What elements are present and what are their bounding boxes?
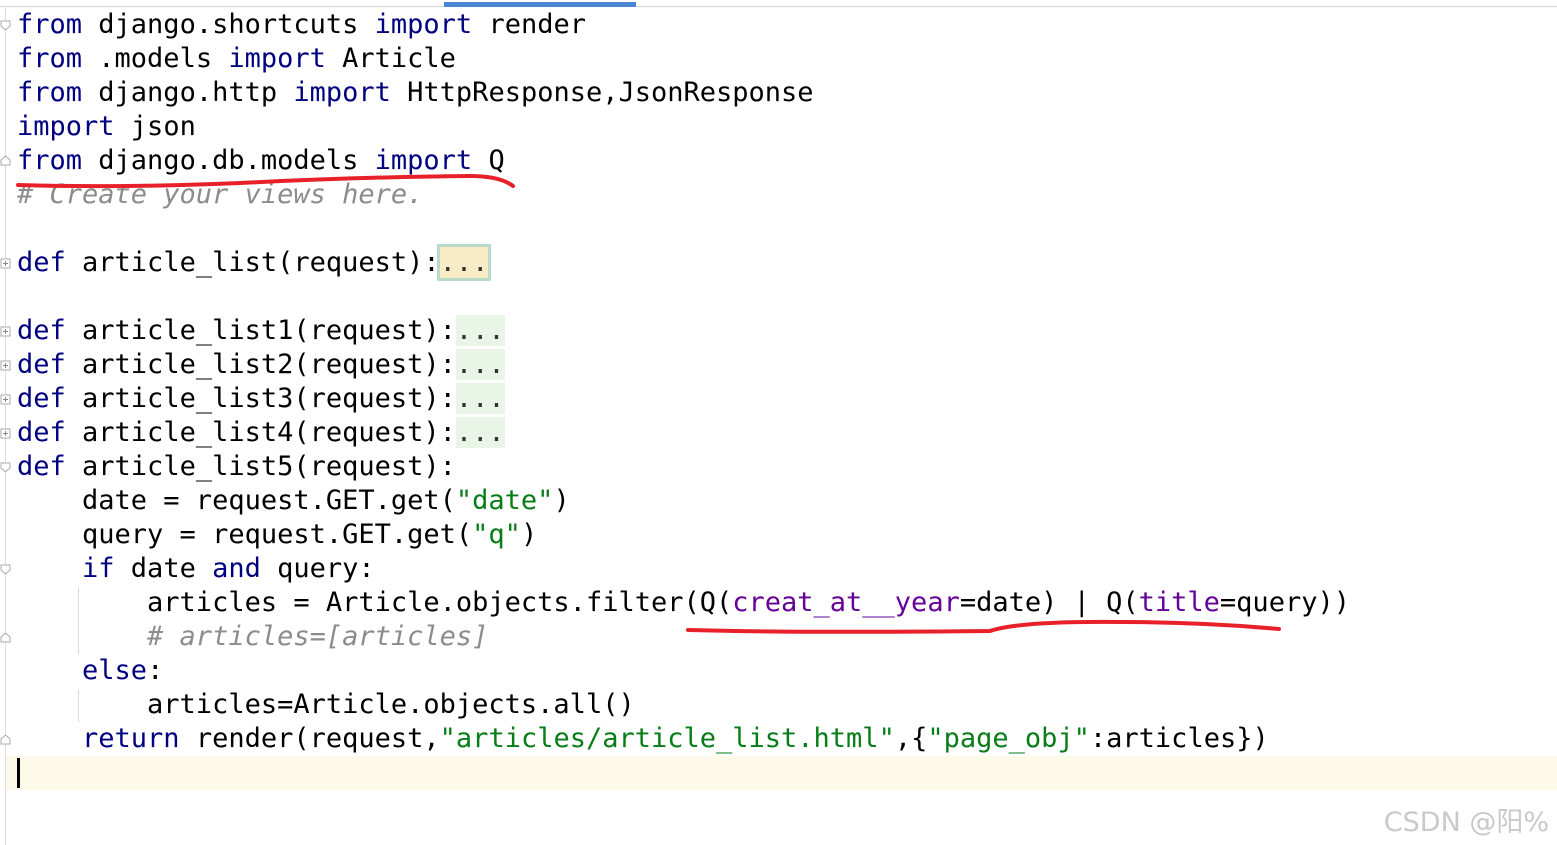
watermark: CSDN @阳% [1383,807,1549,838]
red-annotation-underlines [16,173,1281,634]
underline-import-q [16,173,515,189]
underline-q-filter [686,619,1281,634]
